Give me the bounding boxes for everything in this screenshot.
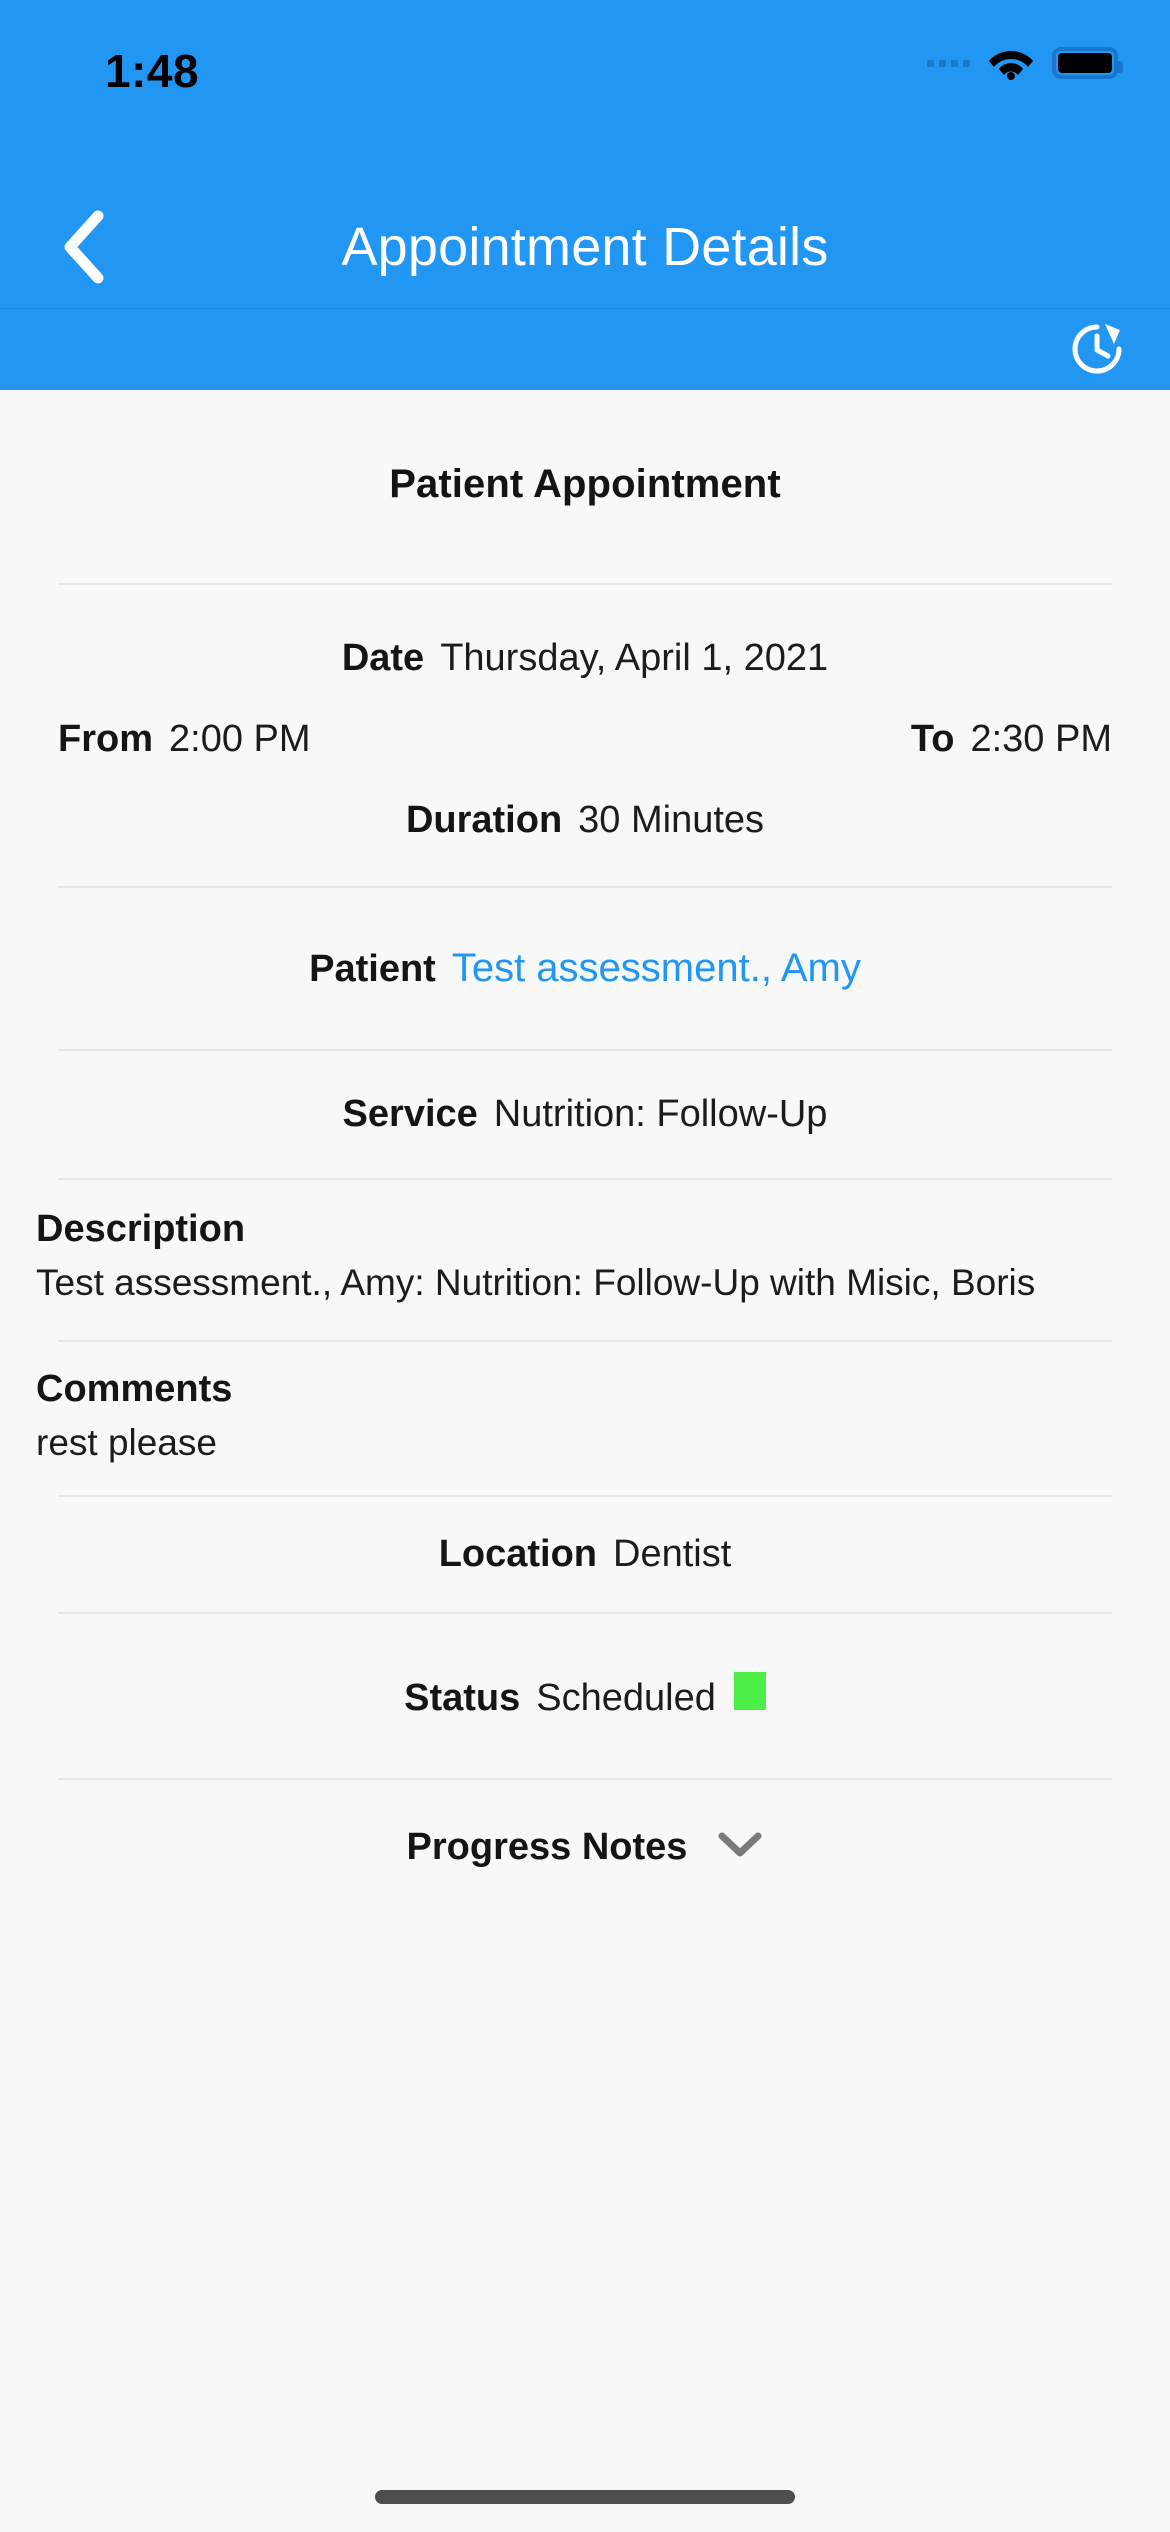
row-service: Service Nutrition: Follow-Up: [0, 1093, 1170, 1136]
section-heading: Patient Appointment: [389, 462, 781, 506]
location-value: Dentist: [613, 1533, 732, 1576]
wifi-icon: [988, 46, 1034, 80]
chevron-down-icon[interactable]: [717, 1831, 763, 1864]
progress-notes-label: Progress Notes: [406, 1826, 688, 1869]
home-indicator[interactable]: [375, 2490, 795, 2504]
signal-dots-icon: [927, 59, 970, 67]
battery-icon: [1052, 47, 1123, 79]
date-value: Thursday, April 1, 2021: [440, 637, 829, 679]
location-label: Location: [438, 1533, 598, 1576]
status-label: Status: [404, 1677, 521, 1720]
from-value: 2:00 PM: [169, 718, 311, 760]
phone-screen: 1:48 Appointment Details Patient Appoint…: [0, 0, 1170, 2532]
nav-bar: Appointment Details: [0, 186, 1170, 308]
row-location: Location Dentist: [0, 1533, 1170, 1576]
description-label: Description: [36, 1208, 246, 1250]
duration-label: Duration: [405, 799, 563, 841]
from-group: From 2:00 PM: [58, 718, 311, 761]
service-value: Nutrition: Follow-Up: [493, 1093, 828, 1135]
sub-toolbar: [0, 308, 1170, 390]
block-description: Description Test assessment., Amy: Nutri…: [0, 1208, 1170, 1310]
block-comments: Comments rest please: [0, 1368, 1170, 1470]
row-date: Date Thursday, April 1, 2021: [0, 637, 1170, 680]
row-from-to: From 2:00 PM To 2:30 PM: [0, 718, 1170, 761]
row-progress-notes[interactable]: Progress Notes: [0, 1826, 1170, 1869]
to-value: 2:30 PM: [970, 718, 1112, 760]
page-title: Appointment Details: [341, 217, 829, 277]
status-bar-clock: 1:48: [105, 45, 200, 97]
row-duration: Duration 30 Minutes: [0, 799, 1170, 842]
status-bar-indicators: [927, 46, 1123, 80]
to-label: To: [910, 718, 955, 760]
patient-label: Patient: [309, 948, 436, 990]
patient-link[interactable]: Test assessment., Amy: [452, 946, 861, 991]
row-patient[interactable]: Patient Test assessment., Amy: [0, 946, 1170, 991]
service-label: Service: [342, 1093, 478, 1135]
row-status: Status Scheduled: [0, 1672, 1170, 1720]
refresh-button[interactable]: [1062, 317, 1132, 385]
appointment-details-content: Patient Appointment Date Thursday, April…: [0, 390, 1170, 2532]
date-label: Date: [341, 637, 425, 679]
status-badge: [733, 1672, 766, 1711]
to-group: To 2:30 PM: [911, 718, 1112, 761]
from-label: From: [58, 718, 153, 760]
description-value: Test assessment., Amy: Nutrition: Follow…: [36, 1262, 1036, 1303]
comments-label: Comments: [36, 1367, 233, 1410]
status-bar: 1:48: [0, 0, 1170, 186]
status-value: Scheduled: [536, 1677, 716, 1720]
duration-value: 30 Minutes: [578, 799, 765, 841]
history-refresh-icon: [1069, 321, 1125, 382]
comments-value: rest please: [36, 1421, 217, 1463]
